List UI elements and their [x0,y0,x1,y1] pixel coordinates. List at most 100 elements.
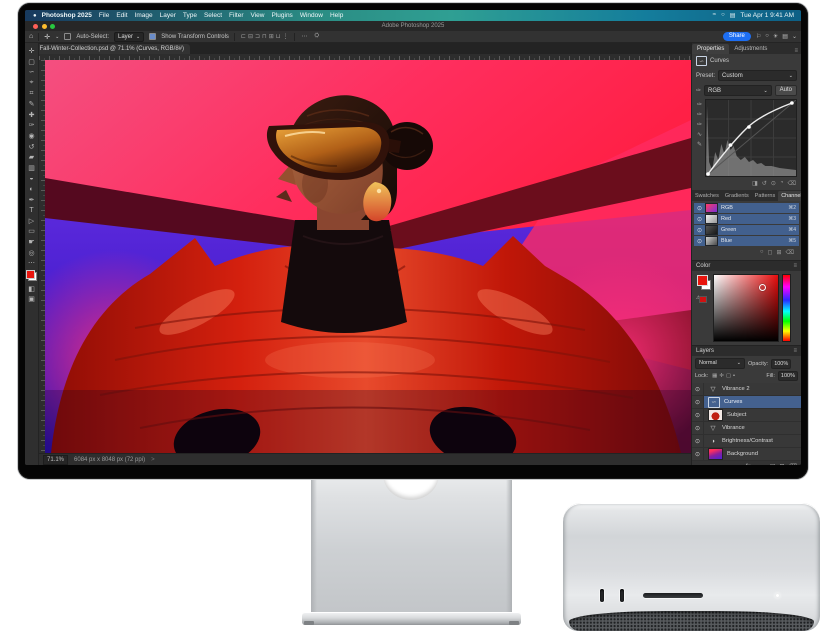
menu-item[interactable]: Select [204,12,222,19]
brush-tool[interactable]: ✑ [25,120,38,131]
align-left-icon[interactable]: ⊏ [241,33,246,40]
tab-adjustments[interactable]: Adjustments [729,44,772,54]
curve-pencil-icon[interactable]: ✎ [697,141,702,148]
preset-dropdown[interactable]: Custom⌄ [718,70,797,81]
visibility-toggle-icon[interactable]: ⊙ [771,180,776,187]
delete-layer-icon[interactable]: ⌫ [789,463,797,465]
link-layers-icon[interactable]: ∞ [738,464,742,466]
zoom-tool[interactable]: ◎ [25,247,38,258]
object-selection-tool[interactable]: ⌖ [25,78,38,89]
menu-item[interactable]: Layer [160,12,176,19]
auto-select-checkbox[interactable] [64,33,71,40]
wifi-icon[interactable]: ≈ [713,12,716,19]
delete-channel-icon[interactable]: ⌫ [786,249,794,256]
shape-tool[interactable]: ▭ [25,226,38,237]
menu-item[interactable]: Window [300,12,323,19]
search-icon[interactable]: ○ [765,33,769,40]
curves-plot[interactable] [705,99,797,177]
clone-stamp-tool[interactable]: ◉ [25,131,38,142]
visibility-eye-icon[interactable]: ⊙ [697,238,702,245]
tab-properties[interactable]: Properties [692,44,729,54]
layer-row-body[interactable]: Background [704,448,801,460]
fill-value[interactable]: 100% [778,371,798,381]
chevron-down-icon[interactable]: ⌄ [792,33,797,40]
align-top-icon[interactable]: ⊓ [262,33,267,40]
menu-item[interactable]: Filter [229,12,243,19]
align-center-h-icon[interactable]: ⊟ [248,33,253,40]
layer-row-body[interactable]: Subject [704,409,801,421]
curves-editor[interactable]: ✑✑✑∿✎ [692,98,801,179]
control-center-icon[interactable]: ▤ [730,12,736,19]
visibility-eye-icon[interactable]: ⊙ [697,216,702,223]
align-bottom-icon[interactable]: ⊔ [276,33,281,40]
healing-brush-tool[interactable]: ✚ [25,110,38,121]
menu-item[interactable]: Edit [116,12,127,19]
pen-tool[interactable]: ✒ [25,194,38,205]
type-tool[interactable]: T [25,205,38,216]
delete-adjustment-icon[interactable]: ⌫ [788,180,796,187]
visibility-eye-icon[interactable]: ⊙ [692,383,704,395]
curve-point-icon[interactable]: ∿ [697,131,702,138]
layer-row-body[interactable]: ∽Curves [704,396,801,408]
tab-layers[interactable]: Layers [696,348,714,354]
channel-row[interactable]: ⊙Red⌘3 [694,214,799,224]
align-middle-icon[interactable]: ⊞ [269,33,274,40]
clip-to-layer-icon[interactable]: ◨ [752,180,758,187]
foreground-color-swatch[interactable] [26,270,35,279]
layer-row[interactable]: ⊙Background [692,448,801,461]
color-swatches[interactable] [26,270,37,281]
gray-point-eyedropper-icon[interactable]: ✑ [697,111,702,118]
marquee-tool[interactable]: ▢ [25,57,38,68]
opacity-value[interactable]: 100% [771,359,791,369]
hand-tool[interactable]: ☛ [25,237,38,248]
layer-row-body[interactable]: ▽Vibrance 2 [704,383,801,395]
gamut-color-chip[interactable] [699,296,707,303]
auto-button[interactable]: Auto [775,85,797,96]
discover-icon[interactable]: ☀ [773,33,778,40]
color-panel-menu-icon[interactable]: ≡ [793,263,797,269]
white-point-eyedropper-icon[interactable]: ✑ [697,121,702,128]
menu-app-name[interactable]: Photoshop 2025 [42,12,92,19]
menu-item[interactable]: Image [135,12,153,19]
blend-mode-dropdown[interactable]: Normal⌄ [695,358,745,369]
panel-menu-icon[interactable]: ≡ [794,48,798,54]
menu-item[interactable]: File [99,12,109,19]
visibility-eye-icon[interactable]: ⊙ [692,448,704,460]
eyedropper-tool[interactable]: ✎ [25,99,38,110]
eraser-tool[interactable]: ▰ [25,152,38,163]
add-mask-icon[interactable]: ◐ [755,464,759,466]
tab-color[interactable]: Color [696,263,710,269]
zoom-level-field[interactable]: 71.1% [43,455,68,465]
visibility-eye-icon[interactable]: ⊙ [692,396,704,408]
home-icon[interactable]: ⌂ [29,33,33,40]
load-selection-icon[interactable]: ○ [760,249,764,256]
layer-effects-icon[interactable]: fx [746,464,751,466]
tab-channels[interactable]: Channels [778,191,801,201]
menu-item[interactable]: Plugins [271,12,292,19]
saturation-brightness-field[interactable] [713,274,779,342]
tab-swatches[interactable]: Swatches [692,191,722,201]
lock-all-icon[interactable]: ▪ [733,373,735,379]
save-selection-icon[interactable]: ◻ [768,249,773,256]
hue-slider[interactable] [782,274,791,342]
tab-gradients[interactable]: Gradients [722,191,752,201]
menu-clock[interactable]: Tue Apr 1 9:41 AM [740,12,794,19]
more-options-icon[interactable]: ⋯ [301,33,307,40]
new-group-icon[interactable]: ▣ [770,463,776,465]
move-tool-icon[interactable]: ✛ [44,33,50,41]
visibility-eye-icon[interactable]: ⊙ [692,409,704,421]
dodge-tool[interactable]: ◐ [25,184,38,195]
move-tool[interactable]: ✛ [25,46,38,57]
channel-row[interactable]: ⊙Blue⌘5 [694,236,799,246]
new-channel-icon[interactable]: ⊞ [776,249,781,256]
screen-mode-button[interactable]: ▣ [25,294,38,305]
path-selection-tool[interactable]: ▷ [25,216,38,227]
foreground-color-chip[interactable] [697,275,708,286]
channel-row[interactable]: ⊙Green⌘4 [694,225,799,235]
visibility-eye-icon[interactable]: ⊙ [697,227,702,234]
notifications-icon[interactable]: ⚐ [756,33,761,40]
lasso-tool[interactable]: ∽ [25,67,38,78]
blur-tool[interactable]: ◒ [25,173,38,184]
tool-preset-chevron-icon[interactable]: ⌄ [55,34,59,40]
channel-dropdown[interactable]: RGB⌄ [704,85,772,96]
